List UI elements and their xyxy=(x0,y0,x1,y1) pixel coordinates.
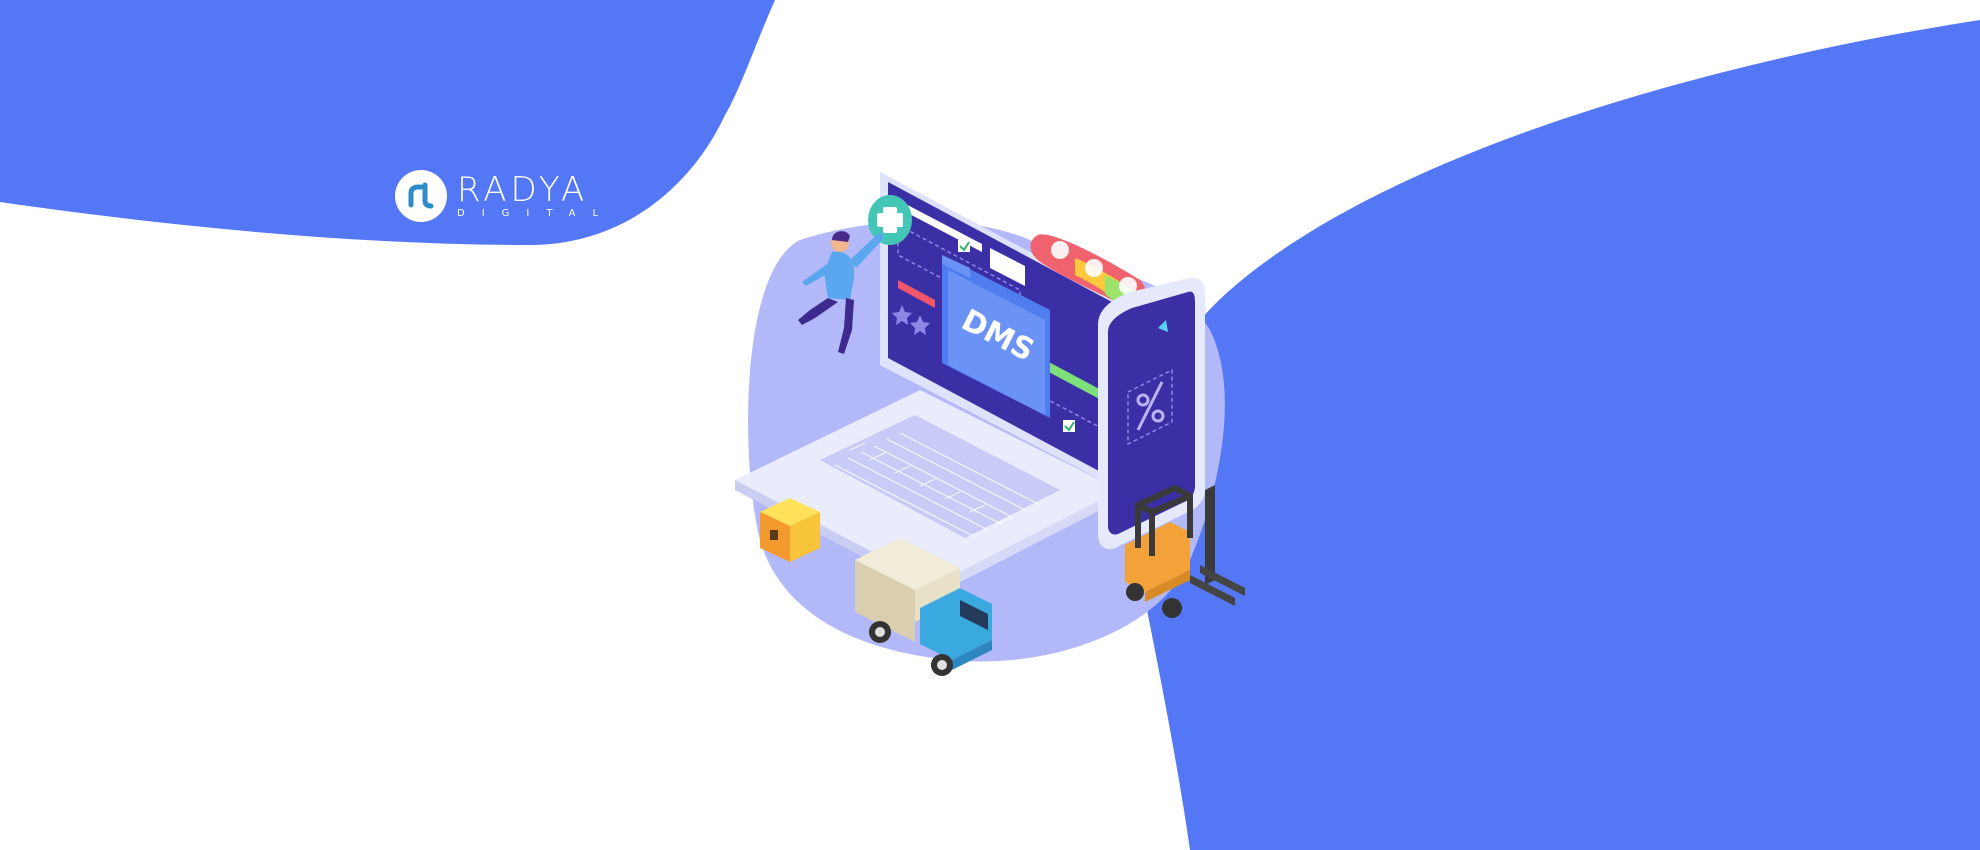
rl-monogram-icon xyxy=(395,170,447,222)
top-left-blob xyxy=(0,0,775,245)
neutral-face-icon xyxy=(1085,259,1103,277)
brand-name: RADYA xyxy=(457,169,589,210)
brand-logo: RADYA DIGITAL xyxy=(395,168,615,224)
brand-tagline: DIGITAL xyxy=(457,207,616,219)
sad-face-icon xyxy=(1051,241,1069,259)
dms-illustration: DMS xyxy=(735,172,1245,676)
